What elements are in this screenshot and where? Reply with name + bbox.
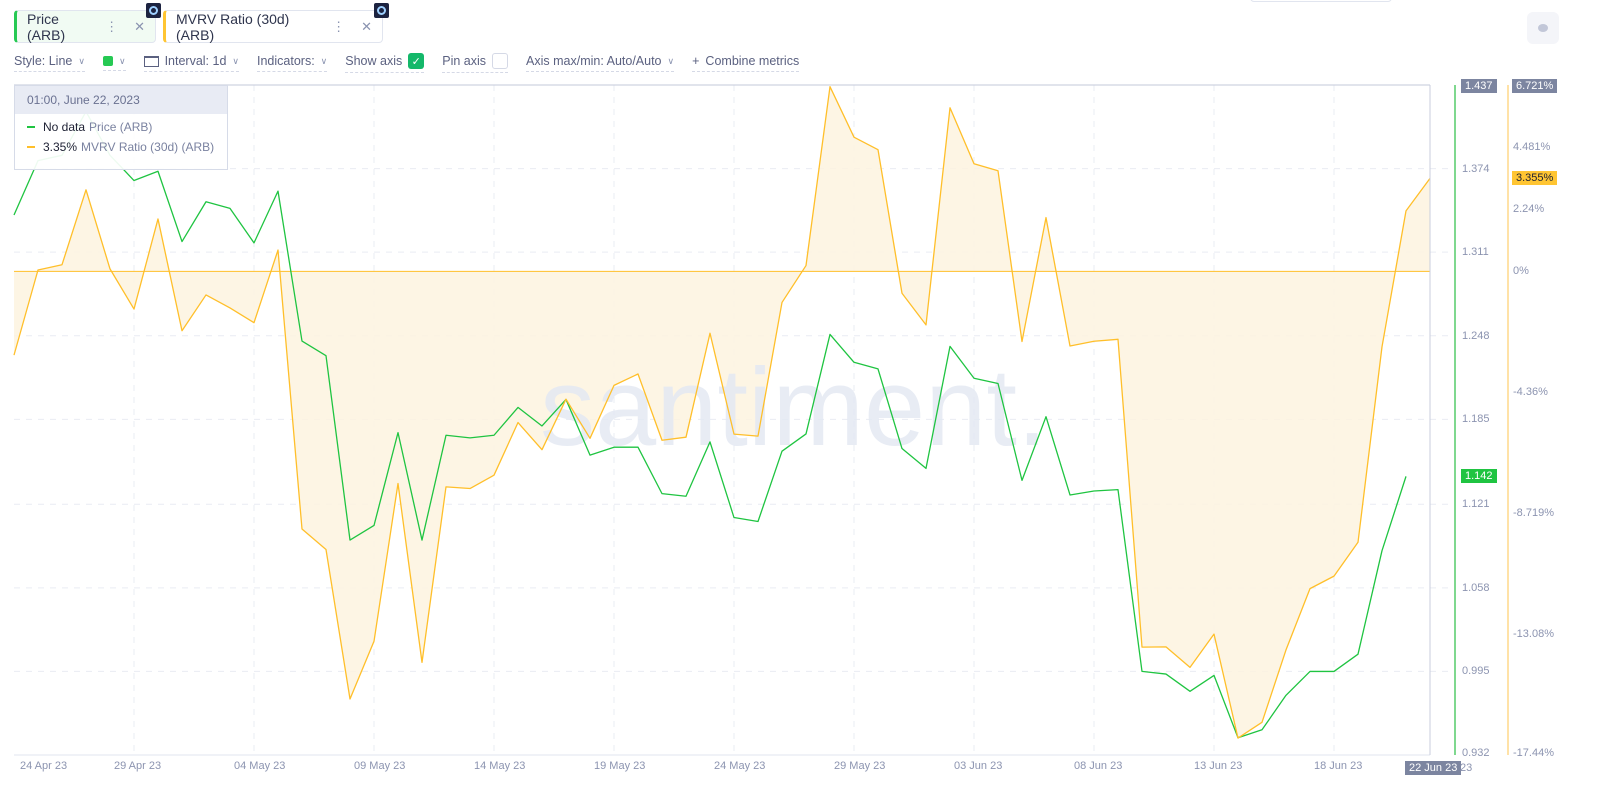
x-axis-tick: 29 Apr 23: [114, 760, 162, 772]
x-axis-tick: 19 May 23: [594, 760, 646, 772]
x-axis-tick: 24 Apr 23: [20, 760, 68, 772]
price-axis-tick: 1.185: [1462, 413, 1490, 426]
mvrv-current-flag: 3.355%: [1512, 171, 1558, 186]
x-axis-tick: 29 May 23: [834, 760, 886, 772]
tooltip-label: MVRV Ratio (30d) (ARB): [81, 140, 215, 154]
tooltip-value: 3.35%: [43, 140, 78, 154]
mvrv-axis-tick: 0%: [1513, 265, 1529, 278]
tooltip-label: Price (ARB): [89, 120, 153, 134]
mvrv-axis-max-flag: 6.721%: [1512, 79, 1558, 93]
mvrv-axis-tick: 4.481%: [1513, 141, 1551, 154]
x-axis-tick: 23: [1460, 762, 1473, 774]
mvrv-axis-tick: -13.08%: [1513, 628, 1554, 641]
legend-marker: [27, 126, 35, 128]
x-axis-tick: 13 Jun 23: [1194, 760, 1243, 772]
x-axis-tick: 18 Jun 23: [1314, 760, 1363, 772]
x-axis-tick: 24 May 23: [714, 760, 766, 772]
x-axis-tick: 09 May 23: [354, 760, 406, 772]
x-axis-tick: 08 Jun 23: [1074, 760, 1123, 772]
x-axis-tick: 04 May 23: [234, 760, 286, 772]
price-axis-tick: 0.932: [1462, 747, 1490, 759]
mvrv-axis-tick: 2.24%: [1513, 203, 1545, 216]
tooltip-date: 01:00, June 22, 2023: [15, 86, 227, 114]
mvrv-axis-tick: -8.719%: [1513, 507, 1554, 520]
price-axis-tick: 1.374: [1462, 162, 1490, 175]
legend-marker: [27, 146, 35, 148]
price-axis-tick: 1.248: [1462, 329, 1490, 342]
tooltip-row-price: No data Price (ARB): [15, 120, 227, 134]
price-axis-tick: 1.058: [1462, 581, 1490, 594]
chart-tooltip: 01:00, June 22, 2023 No data Price (ARB) …: [14, 85, 228, 170]
tooltip-row-mvrv: 3.35% MVRV Ratio (30d) (ARB): [15, 140, 227, 154]
price-axis-tick: 0.995: [1462, 665, 1490, 678]
x-axis-tick: 03 Jun 23: [954, 760, 1003, 772]
price-axis-tick: 1.121: [1462, 498, 1490, 511]
x-axis-tick: 14 May 23: [474, 760, 526, 772]
price-axis-max-flag: 1.437: [1461, 79, 1497, 93]
mvrv-axis-tick: -17.44%: [1513, 747, 1554, 759]
crosshair-date-flag: 22 Jun 23: [1405, 761, 1462, 775]
chart-canvas[interactable]: santiment.: [0, 0, 1600, 804]
price-current-flag: 1.142: [1461, 469, 1497, 484]
mvrv-axis-tick: -4.36%: [1513, 386, 1548, 399]
watermark: santiment.: [540, 346, 1047, 469]
price-axis-tick: 1.311: [1462, 246, 1489, 259]
tooltip-value: No data: [43, 120, 86, 134]
